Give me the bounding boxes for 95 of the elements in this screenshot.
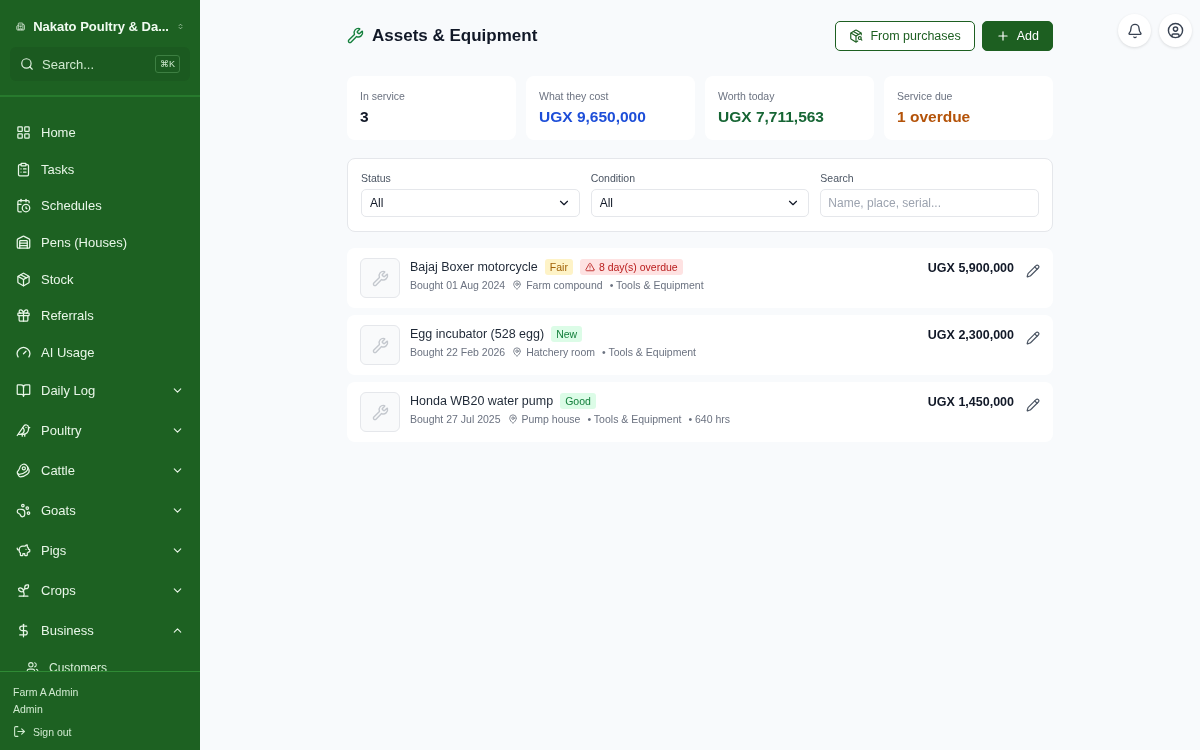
nav-item[interactable]: Pigs [0,530,200,571]
nav-subitem[interactable]: Customers [0,650,200,671]
page-title: Assets & Equipment [372,25,539,46]
paw-icon [16,503,31,519]
asset-name: Egg incubator (528 egg) [410,327,545,341]
meta-text: • Tools & Equipment [609,279,704,291]
steak-icon [16,463,31,479]
nav-item[interactable]: Business [0,610,200,651]
nav-item[interactable]: Stock [0,260,200,298]
asset-thumbnail [360,392,400,432]
purchase-date: Bought 22 Feb 2026 [410,346,506,358]
users-icon [26,661,39,671]
nav-item[interactable]: Tasks [0,150,200,188]
plus-icon [995,28,1010,43]
bell-icon [1126,22,1143,39]
field-label: Status [361,172,392,184]
location: Pump house [507,413,581,425]
warehouse-icon [16,234,31,250]
stat-value: UGX 7,711,563 [718,108,825,126]
meta-text: • 640 hrs [688,413,731,425]
sprout-icon [16,583,31,599]
gift-icon [16,308,31,324]
asset-thumbnail [360,258,400,298]
nav-item[interactable]: Referrals [0,297,200,335]
stat-value: 1 overdue [897,108,972,126]
condition-badge: Good [560,393,596,409]
purchase-date: Bought 01 Aug 2024 [410,279,506,291]
nav-item[interactable]: Cattle [0,450,200,491]
book-icon [16,383,31,399]
meta-text: • Tools & Equipment [587,413,682,425]
from-purchases-button[interactable]: From purchases [835,20,975,51]
nav-item[interactable]: Pens (Houses) [0,224,200,261]
location: Hatchery room [512,346,596,358]
stat-label: What they cost [539,90,610,102]
meta-text: • Tools & Equipment [602,346,696,358]
stat-label: Worth today [718,90,776,102]
nav-item[interactable]: AI Usage [0,334,200,371]
account-button[interactable] [1159,14,1192,47]
field-label: Search [820,172,855,184]
asset-price: UGX 1,450,000 [927,395,1014,409]
asset-name: Honda WB20 water pump [410,394,554,408]
shortcut-key: ⌘K [155,55,180,73]
pencil-icon [1026,264,1040,278]
nav-item[interactable]: Daily Log [0,370,200,411]
stat-value: UGX 9,650,000 [539,108,647,126]
search-field[interactable]: Name, place, serial... [820,189,1039,217]
user-icon [1167,22,1184,39]
bird-icon [16,423,31,439]
nav-item[interactable]: Goats [0,490,200,531]
stat-value: 3 [360,108,370,126]
stat-label: Service due [897,90,954,102]
asset-card[interactable]: Egg incubator (528 egg) New Bought 22 Feb 2026 Hatchery room • Tools & Equipment UGX 2,300,000 [347,315,1053,375]
sign-out-link[interactable]: Sign out [13,725,187,738]
user-name: Farm A Admin [13,686,80,698]
clipboard-icon [16,161,31,177]
wrench-icon [347,27,364,44]
grid-icon [16,124,31,140]
gauge-icon [16,344,31,360]
dollar-icon [16,623,31,639]
field-label: Condition [590,172,637,184]
asset-card[interactable]: Honda WB20 water pump Good Bought 27 Jul 2025 Pump house • Tools & Equipment • 640 hrs UGX 1,450,000 [347,382,1053,442]
condition-badge: Fair [544,259,573,275]
pencil-icon [1026,398,1040,412]
notifications-button[interactable] [1118,14,1151,47]
stat-label: In service [360,90,406,102]
asset-price: UGX 2,300,000 [927,328,1014,342]
pin-icon [512,280,523,290]
condition-badge: New [551,326,583,342]
add-button[interactable]: Add [981,20,1053,51]
box-icon [16,271,31,287]
status-select[interactable]: All [361,189,580,217]
logout-icon [13,725,26,738]
nav-item[interactable]: Home [0,114,200,151]
package-icon [849,28,864,43]
calendar-clock-icon [16,198,31,214]
location: Farm compound [512,279,603,291]
warning-icon [584,262,595,272]
condition-select[interactable]: All [590,189,810,217]
search-field[interactable]: Search... ⌘K [10,47,190,81]
user-role: Admin [13,703,44,715]
asset-thumbnail [360,325,400,365]
nav-item[interactable]: Poultry [0,410,200,451]
purchase-date: Bought 27 Jul 2025 [410,413,501,425]
asset-name: Bajaj Boxer motorcycle [410,260,538,274]
overdue-badge: 8 day(s) overdue [579,259,683,275]
pin-icon [512,347,523,357]
search-icon [20,57,34,71]
pencil-icon [1026,331,1040,345]
piggy-bank-icon [16,543,31,559]
nav-item[interactable]: Schedules [0,187,200,225]
pin-icon [507,414,518,424]
farm-switcher[interactable]: Nakato Poultry & Da... [0,0,200,47]
asset-price: UGX 5,900,000 [927,261,1014,275]
asset-card[interactable]: Bajaj Boxer motorcycle Fair 8 day(s) overdue Bought 01 Aug 2024 Farm compound • Tools & Equipment UGX 5,900,000 [347,248,1053,308]
nav-item[interactable]: Crops [0,570,200,611]
